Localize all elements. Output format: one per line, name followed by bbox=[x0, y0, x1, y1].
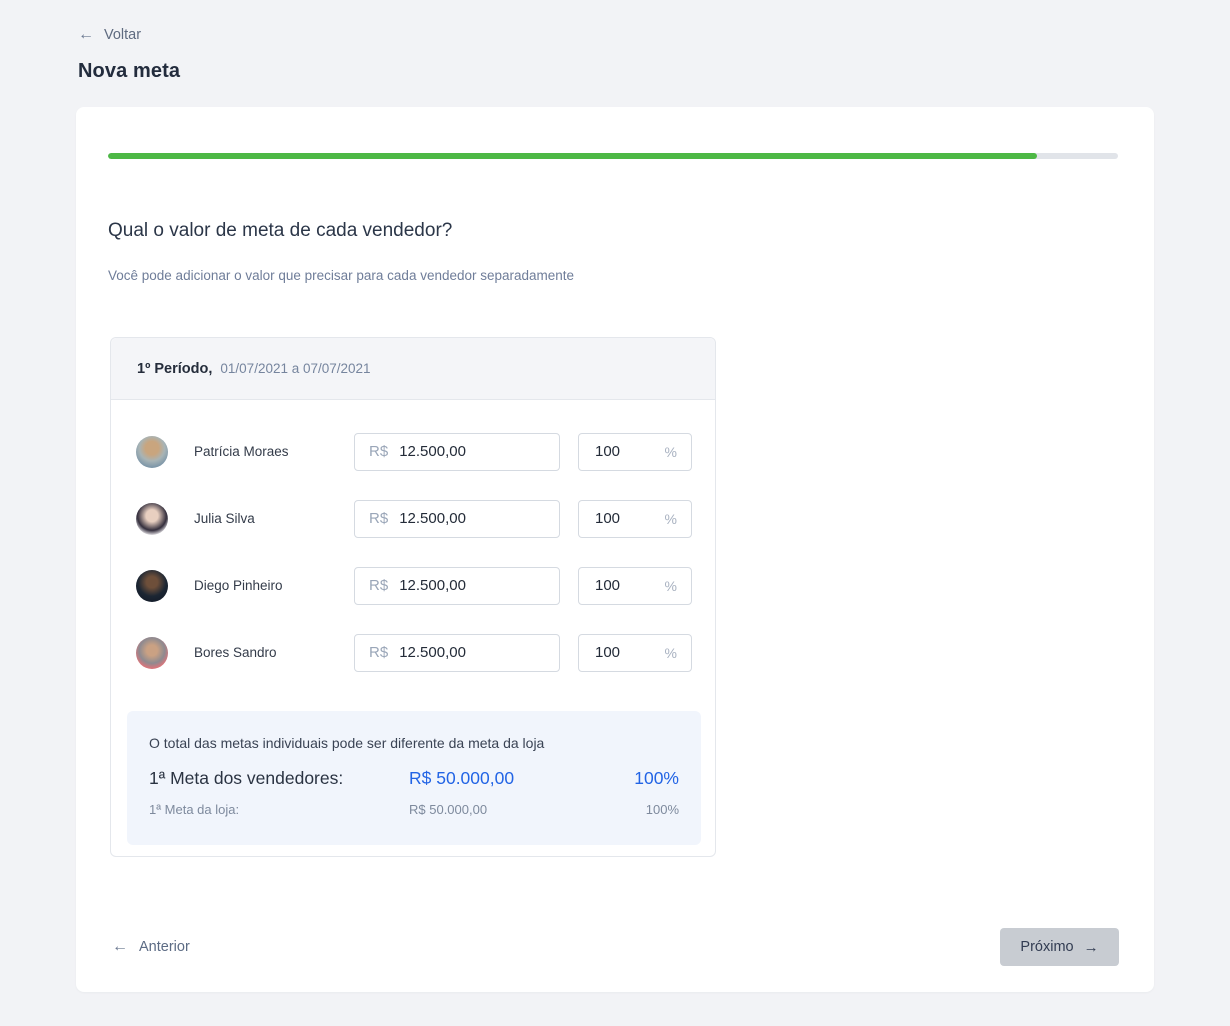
currency-prefix: R$ bbox=[369, 510, 388, 527]
goal-percent-input[interactable] bbox=[595, 510, 665, 527]
goal-percent-field[interactable]: % bbox=[578, 500, 692, 538]
question-subtitle: Você pode adicionar o valor que precisar… bbox=[108, 268, 574, 283]
summary-store-value: R$ 50.000,00 bbox=[409, 802, 487, 817]
currency-prefix: R$ bbox=[369, 644, 388, 661]
next-step-label: Próximo bbox=[1020, 939, 1073, 955]
percent-suffix: % bbox=[665, 444, 677, 460]
vendor-rows: Patrícia Moraes R$ % Julia Silva R$ bbox=[111, 400, 715, 686]
vendor-avatar bbox=[136, 570, 168, 602]
period-date-range: 01/07/2021 a 07/07/2021 bbox=[220, 361, 370, 376]
summary-note: O total das metas individuais pode ser d… bbox=[149, 735, 679, 751]
summary-sellers-percent: 100% bbox=[634, 768, 679, 789]
goal-amount-field[interactable]: R$ bbox=[354, 500, 560, 538]
percent-suffix: % bbox=[665, 645, 677, 661]
vendor-row: Julia Silva R$ % bbox=[111, 485, 715, 552]
vendor-avatar bbox=[136, 436, 168, 468]
vendor-name: Diego Pinheiro bbox=[194, 578, 354, 593]
back-link-label: Voltar bbox=[104, 27, 141, 43]
previous-arrow-icon: ← bbox=[112, 938, 128, 956]
goal-amount-field[interactable]: R$ bbox=[354, 567, 560, 605]
period-label: 1º Período, bbox=[137, 361, 212, 377]
goal-percent-input[interactable] bbox=[595, 644, 665, 661]
progress-bar-fill bbox=[108, 153, 1037, 159]
vendor-name: Patrícia Moraes bbox=[194, 444, 354, 459]
vendor-row: Diego Pinheiro R$ % bbox=[111, 552, 715, 619]
vendor-avatar bbox=[136, 503, 168, 535]
goal-amount-input[interactable] bbox=[399, 644, 545, 661]
summary-sellers-label: 1ª Meta dos vendedores: bbox=[149, 768, 409, 789]
summary-store-row: 1ª Meta da loja: R$ 50.000,00 100% bbox=[149, 802, 679, 817]
period-panel: 1º Período, 01/07/2021 a 07/07/2021 Patr… bbox=[110, 337, 716, 857]
goal-percent-input[interactable] bbox=[595, 577, 665, 594]
period-panel-header: 1º Período, 01/07/2021 a 07/07/2021 bbox=[111, 338, 715, 400]
goal-percent-input[interactable] bbox=[595, 443, 665, 460]
goal-amount-input[interactable] bbox=[399, 443, 545, 460]
question-title: Qual o valor de meta de cada vendedor? bbox=[108, 220, 452, 242]
currency-prefix: R$ bbox=[369, 577, 388, 594]
goal-percent-field[interactable]: % bbox=[578, 634, 692, 672]
summary-sellers-value: R$ 50.000,00 bbox=[409, 768, 514, 789]
goal-percent-field[interactable]: % bbox=[578, 433, 692, 471]
summary-sellers-row: 1ª Meta dos vendedores: R$ 50.000,00 100… bbox=[149, 768, 679, 789]
percent-suffix: % bbox=[665, 578, 677, 594]
percent-suffix: % bbox=[665, 511, 677, 527]
vendor-name: Julia Silva bbox=[194, 511, 354, 526]
summary-box: O total das metas individuais pode ser d… bbox=[127, 711, 701, 845]
page-header: ← Voltar Nova meta bbox=[78, 26, 180, 83]
vendor-avatar bbox=[136, 637, 168, 669]
back-link[interactable]: ← Voltar bbox=[78, 26, 141, 44]
goal-percent-field[interactable]: % bbox=[578, 567, 692, 605]
next-arrow-icon: → bbox=[1084, 939, 1099, 956]
progress-bar bbox=[108, 153, 1118, 159]
summary-store-percent: 100% bbox=[646, 802, 679, 817]
previous-step-link[interactable]: ← Anterior bbox=[112, 938, 190, 956]
previous-step-label: Anterior bbox=[139, 939, 190, 955]
vendor-row: Bores Sandro R$ % bbox=[111, 619, 715, 686]
summary-store-label: 1ª Meta da loja: bbox=[149, 802, 409, 817]
vendor-row: Patrícia Moraes R$ % bbox=[111, 418, 715, 485]
currency-prefix: R$ bbox=[369, 443, 388, 460]
vendor-name: Bores Sandro bbox=[194, 645, 354, 660]
next-step-button[interactable]: Próximo → bbox=[1000, 928, 1119, 966]
goal-amount-input[interactable] bbox=[399, 577, 545, 594]
wizard-card: Qual o valor de meta de cada vendedor? V… bbox=[76, 107, 1154, 992]
goal-amount-field[interactable]: R$ bbox=[354, 634, 560, 672]
goal-amount-field[interactable]: R$ bbox=[354, 433, 560, 471]
back-arrow-icon: ← bbox=[78, 26, 94, 44]
page-title: Nova meta bbox=[78, 60, 180, 83]
goal-amount-input[interactable] bbox=[399, 510, 545, 527]
